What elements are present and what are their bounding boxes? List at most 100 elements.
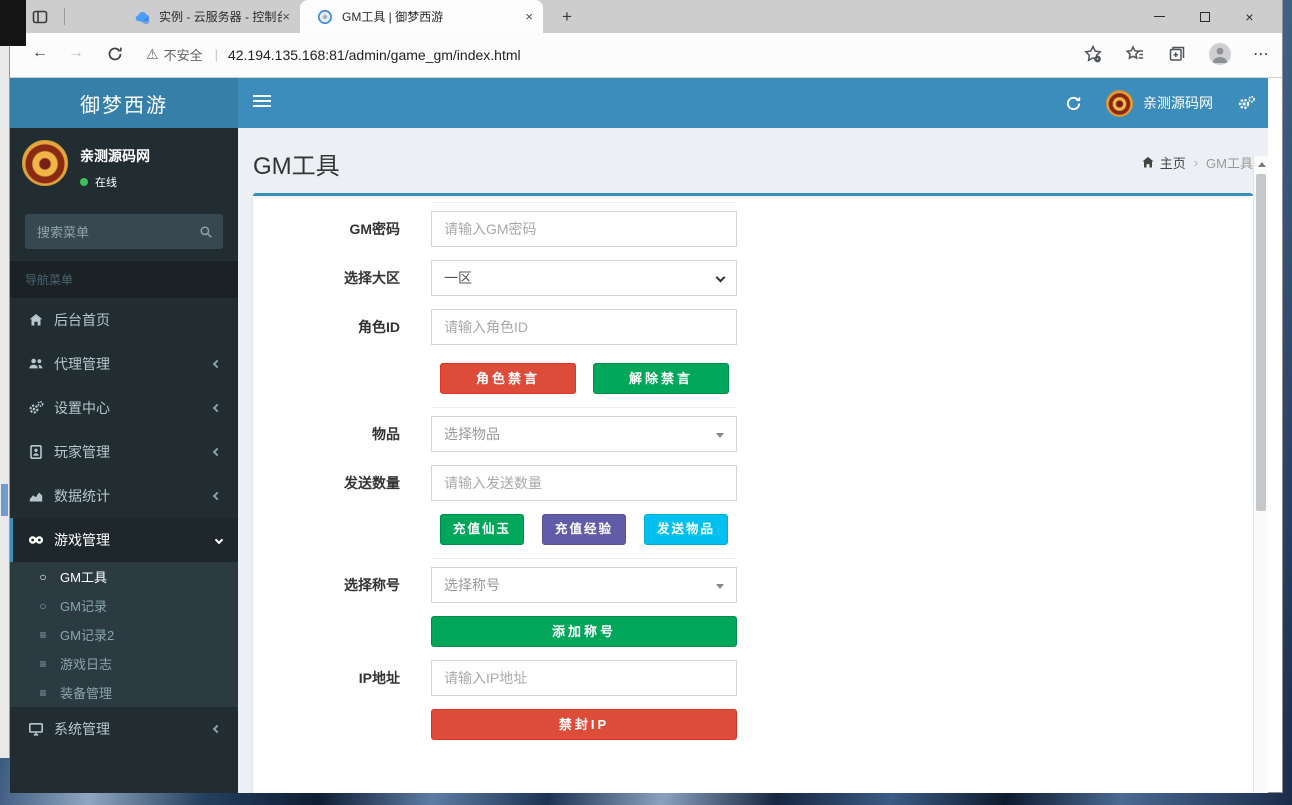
tab-close-icon[interactable]: × [282,9,290,24]
account-menu[interactable]: 亲测源码网 [1106,90,1213,117]
status-label: 在线 [95,174,117,190]
list-icon: ≡ [35,628,51,642]
address-bar: ← → ⚠ 不安全 | 42.194.135.168:81/admin/game… [10,33,1282,78]
security-label: 不安全 [164,45,203,64]
search-input[interactable]: 搜索菜单 [25,222,189,241]
sidebar-toggle-icon[interactable] [253,95,271,109]
add-favorite-icon[interactable] [1083,44,1103,64]
sidebar-item-gm-log[interactable]: ○ GM记录 [10,591,238,620]
sidebar-item-system[interactable]: 系统管理 [10,707,238,751]
tab-gm-tool[interactable]: GM工具 | 御梦西游 × [300,0,543,33]
gm-tool-panel: GM密码 选择大区 一区 角色ID [253,193,1253,793]
sidebar-item-label: GM工具 [60,567,107,586]
back-icon[interactable]: ← [32,44,48,62]
recharge-jade-button[interactable]: 充值仙玉 [440,514,524,545]
sidebar-menu: 后台首页 代理管理 设置中心 玩家管理 [10,298,238,751]
sidebar-item-label: 数据统计 [54,486,110,506]
warning-icon: ⚠ [146,46,159,63]
new-tab-icon[interactable]: + [555,5,579,29]
chevron-left-icon [213,725,221,733]
chevron-left-icon [213,360,221,368]
game-icon [28,532,44,548]
reload-icon[interactable] [106,45,124,63]
amount-input[interactable] [431,465,737,501]
favorites-hub-icon[interactable] [1125,44,1145,64]
sidebar-item-gm-tool[interactable]: ○ GM工具 [10,562,238,591]
account-avatar [1106,90,1133,117]
scrollbar-thumb[interactable] [1256,174,1266,511]
section-divider [431,558,737,559]
app-logo[interactable]: 御梦西游 [10,78,238,128]
sidebar-search[interactable]: 搜索菜单 [25,214,223,249]
add-title-button[interactable]: 添加称号 [431,616,737,647]
form-group-amount: 发送数量 [268,465,1238,501]
unmute-role-button[interactable]: 解除禁言 [593,363,729,394]
title-select[interactable]: 选择称号 [431,567,737,603]
recharge-exp-button[interactable]: 充值经验 [542,514,626,545]
account-name: 亲测源码网 [1143,93,1213,113]
main-content: GM工具 主页 › GM工具 GM密码 [238,128,1268,793]
cogs-icon [28,400,44,416]
sidebar-item-label: 后台首页 [54,310,110,330]
role-id-input[interactable] [431,309,737,345]
sidebar-item-gm-log2[interactable]: ≡ GM记录2 [10,620,238,649]
security-indicator[interactable]: ⚠ 不安全 | 42.194.135.168:81/admin/game_gm/… [146,45,521,64]
zone-select-value: 一区 [444,268,472,288]
scroll-up-icon[interactable] [1258,162,1266,167]
user-status: 在线 [80,174,150,190]
item-label: 物品 [268,424,400,444]
sidebar-item-game-management[interactable]: 游戏管理 [10,518,238,562]
refresh-icon[interactable] [1065,95,1082,112]
background-window-scrollthumb [1,484,8,516]
zone-select[interactable]: 一区 [431,260,737,296]
form-group-role-id: 角色ID [268,309,1238,345]
breadcrumb-home[interactable]: 主页 [1160,153,1186,172]
tencent-cloud-icon [134,9,150,25]
search-icon[interactable] [189,214,223,249]
maximize-icon [1200,12,1210,22]
list-icon: ≡ [35,686,51,700]
sidebar-item-equipment[interactable]: ≡ 装备管理 [10,678,238,707]
chevron-left-icon [213,448,221,456]
form-group-zone: 选择大区 一区 [268,260,1238,296]
tab-actions-icon[interactable] [32,9,48,25]
collections-icon[interactable] [1167,44,1187,64]
tab-close-icon[interactable]: × [525,9,533,24]
gm-password-input[interactable] [431,211,737,247]
sidebar-item-players[interactable]: 玩家管理 [10,430,238,474]
sidebar-item-statistics[interactable]: 数据统计 [10,474,238,518]
list-icon: ≡ [35,657,51,671]
profile-avatar[interactable] [1209,43,1231,65]
ip-input[interactable] [431,660,737,696]
page-scrollbar[interactable] [1253,156,1268,793]
page-viewport: 御梦西游 亲测源码网 [10,78,1268,793]
maximize-button[interactable] [1182,0,1227,33]
tab-cloud-console[interactable]: 实例 - 云服务器 - 控制台 × [134,0,300,33]
close-button[interactable]: × [1227,0,1272,33]
settings-cogs-icon[interactable] [1237,95,1256,111]
minimize-button[interactable] [1137,0,1182,33]
page-title: GM工具 [253,146,1253,181]
sidebar-item-dashboard[interactable]: 后台首页 [10,298,238,342]
url-text[interactable]: 42.194.135.168:81/admin/game_gm/index.ht… [228,47,521,63]
chevron-left-icon [213,404,221,412]
sidebar-item-label: 玩家管理 [54,442,110,462]
sidebar-item-label: 代理管理 [54,354,110,374]
user-panel: 亲测源码网 在线 [10,128,238,202]
sidebar-item-agents[interactable]: 代理管理 [10,342,238,386]
chevron-down-icon [215,536,223,544]
sidebar-item-settings[interactable]: 设置中心 [10,386,238,430]
item-select-value: 选择物品 [444,424,500,444]
ip-label: IP地址 [268,668,400,688]
caret-down-icon [716,584,724,589]
mute-role-button[interactable]: 角色禁言 [440,363,576,394]
send-item-button[interactable]: 发送物品 [644,514,728,545]
browser-menu-icon[interactable]: ⋯ [1253,44,1270,64]
sidebar-item-game-journal[interactable]: ≡ 游戏日志 [10,649,238,678]
chevron-down-icon [716,273,726,283]
background-window-corner [0,0,26,46]
ban-ip-button[interactable]: 禁封IP [431,709,737,740]
breadcrumb: 主页 › GM工具 [1141,153,1253,172]
title-select-value: 选择称号 [444,575,500,595]
item-select[interactable]: 选择物品 [431,416,737,452]
